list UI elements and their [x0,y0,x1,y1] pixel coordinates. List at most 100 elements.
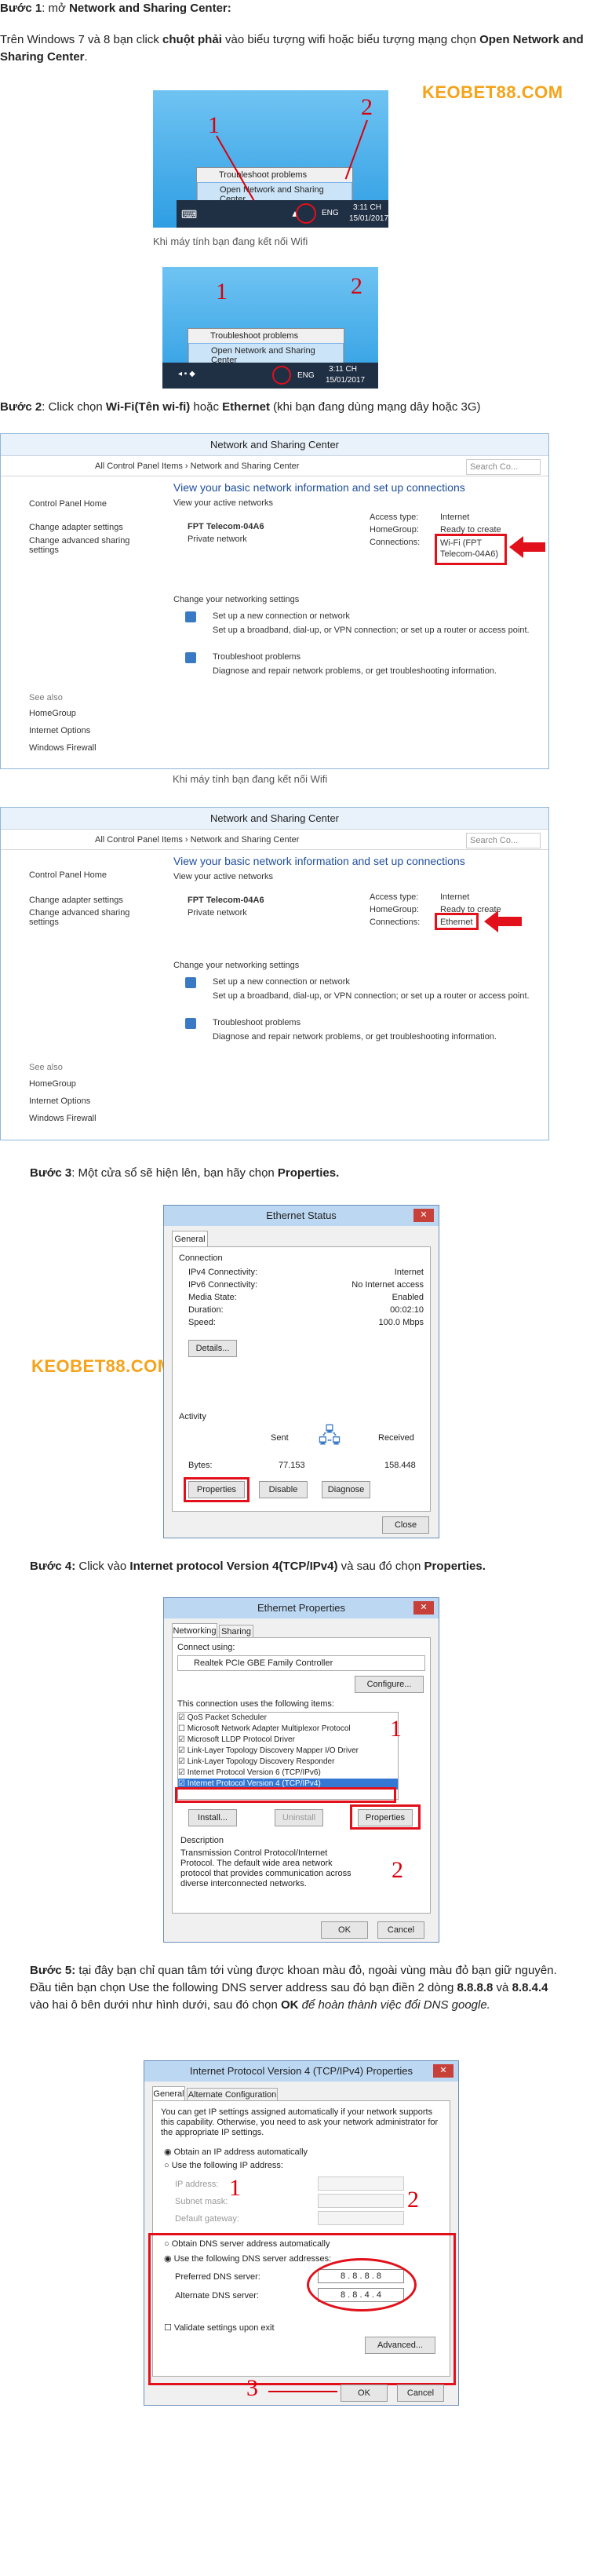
lang-indicator[interactable]: ENG [297,371,315,380]
search-input[interactable]: Search Co... [466,459,541,475]
link-windows-firewall[interactable]: Windows Firewall [29,743,97,753]
cancel-button[interactable]: Cancel [377,1921,424,1939]
search-input[interactable]: Search Co... [466,833,541,848]
change-settings-label: Change your networking settings [173,595,300,604]
annotation-number: 2 [407,2187,419,2213]
list-item-label: Link-Layer Topology Discovery Responder [187,1757,335,1766]
link-internet-options[interactable]: Internet Options [29,726,90,735]
tab-general[interactable]: General [172,1231,208,1246]
link-homegroup[interactable]: HomeGroup [29,709,76,718]
troubleshoot-link[interactable]: Troubleshoot problems [213,652,300,662]
tab-sharing[interactable]: Sharing [219,1625,253,1637]
status-row: IPv6 Connectivity: No Internet access [188,1280,424,1293]
checkbox-icon[interactable]: ☑ [178,1735,188,1744]
annotation-arrow [268,2391,337,2392]
uninstall-button[interactable]: Uninstall [275,1809,323,1826]
subnet-field[interactable] [318,2194,404,2208]
install-button[interactable]: Install... [188,1809,237,1826]
close-icon[interactable]: ✕ [433,2064,453,2078]
checkbox-icon[interactable]: ☑ [178,1746,188,1755]
ip-address-field[interactable] [318,2176,404,2191]
ipv4-properties-dialog: Internet Protocol Version 4 (TCP/IPv4) P… [144,2060,459,2406]
see-also-label: See also [29,693,63,702]
access-type-value: Internet [440,892,470,902]
list-item[interactable]: ☑ Link-Layer Topology Discovery Mapper I… [178,1746,398,1757]
highlight-box [435,913,479,930]
side-link-home[interactable]: Control Panel Home [29,870,107,880]
configure-button[interactable]: Configure... [355,1676,424,1693]
status-value: 100.0 Mbps [378,1318,424,1327]
homegroup-label: HomeGroup: [370,905,419,914]
tab-panel: You can get IP settings assigned automat… [148,2100,456,2385]
lang-indicator[interactable]: ENG [322,209,339,217]
troubleshoot-desc: Diagnose and repair network problems, or… [213,1032,497,1042]
main-heading: View your basic network information and … [173,481,465,494]
tab-alternate[interactable]: Alternate Configuration [187,2088,278,2100]
flag-icon: ◂ ▪ ◆ [178,370,195,378]
caption: Khi máy tính bạn đang kết nối Wifi [173,773,328,785]
checkbox-icon[interactable]: ☑ [178,1757,188,1766]
list-item[interactable]: ☐ Microsoft Network Adapter Multiplexor … [178,1724,398,1735]
setup-connection-link[interactable]: Set up a new connection or network [213,977,350,987]
obtain-ip-radio[interactable]: ◉ Obtain an IP address automatically [164,2147,308,2157]
side-link-adapter[interactable]: Change adapter settings [29,896,123,905]
list-item-label: Microsoft Network Adapter Multiplexor Pr… [187,1724,351,1733]
list-item[interactable]: ☑ Link-Layer Topology Discovery Responde… [178,1757,398,1768]
link-windows-firewall[interactable]: Windows Firewall [29,1114,97,1123]
access-type-label: Access type: [370,513,419,522]
window-title: Network and Sharing Center [1,434,548,456]
disable-button[interactable]: Disable [259,1481,308,1498]
bytes-sent: 77.153 [279,1461,305,1470]
description-label: Description [180,1836,224,1845]
ethernet-status-dialog: Ethernet Status ✕ General Connection IPv4… [163,1205,439,1538]
menu-item-troubleshoot[interactable]: Troubleshoot problems [188,329,344,343]
list-item[interactable]: ☑ QoS Packet Scheduler [178,1713,398,1724]
checkbox-icon[interactable]: ☑ [178,1768,188,1777]
cancel-button[interactable]: Cancel [397,2384,444,2402]
link-internet-options[interactable]: Internet Options [29,1096,90,1106]
menu-item-troubleshoot[interactable]: Troubleshoot problems [197,168,352,182]
side-link-adapter[interactable]: Change adapter settings [29,523,123,532]
highlight-box [175,1787,396,1803]
close-button[interactable]: Close [382,1516,429,1534]
details-button[interactable]: Details... [188,1340,237,1357]
troubleshoot-link[interactable]: Troubleshoot problems [213,1018,300,1027]
tab-networking[interactable]: Networking [172,1623,217,1637]
list-item[interactable]: ☑ Microsoft LLDP Protocol Driver [178,1735,398,1746]
list-item-label: QoS Packet Scheduler [187,1713,267,1722]
setup-desc: Set up a broadband, dial-up, or VPN conn… [213,991,530,1001]
keyboard-icon: ⌨ [181,208,198,221]
highlight-box [148,2233,456,2385]
diagnose-button[interactable]: Diagnose [322,1481,370,1498]
tab-general[interactable]: General [152,2086,185,2100]
setup-connection-link[interactable]: Set up a new connection or network [213,611,350,621]
dialog-title: Ethernet Status [266,1210,337,1221]
side-link-advanced[interactable]: Change advanced sharing settings [29,536,139,555]
gateway-field[interactable] [318,2211,404,2225]
network-sharing-window-wifi: Network and Sharing Center All Control P… [0,433,549,769]
troubleshoot-icon [185,1018,196,1029]
change-settings-label: Change your networking settings [173,961,300,970]
connections-label: Connections: [370,538,421,547]
annotation-number: 1 [208,112,220,138]
close-icon[interactable]: ✕ [413,1209,434,1222]
active-networks-label: View your active networks [173,498,273,508]
ok-button[interactable]: OK [321,1921,368,1939]
link-homegroup[interactable]: HomeGroup [29,1079,76,1089]
use-ip-radio[interactable]: ○ Use the following IP address: [164,2161,283,2170]
main-heading: View your basic network information and … [173,855,465,867]
side-link-advanced[interactable]: Change advanced sharing settings [29,908,139,927]
status-rows: IPv4 Connectivity: Internet IPv6 Connectiv… [188,1268,424,1330]
ok-button[interactable]: OK [341,2384,388,2402]
list-item[interactable]: ☑ Internet Protocol Version 6 (TCP/IPv6) [178,1768,398,1779]
tray-time: 3:11 CH [329,365,357,374]
adapter-field: Realtek PCIe GBE Family Controller [177,1655,425,1671]
setup-icon [185,977,196,988]
connect-using-label: Connect using: [177,1643,235,1652]
checkbox-icon[interactable]: ☐ [178,1724,188,1733]
checkbox-icon[interactable]: ☑ [178,1713,188,1722]
list-item-label: Microsoft LLDP Protocol Driver [187,1735,295,1744]
side-link-home[interactable]: Control Panel Home [29,499,107,509]
close-icon[interactable]: ✕ [413,1601,434,1615]
system-tray: ◂ ▪ ◆ ENG 3:11 CH 15/01/2017 [162,363,378,389]
